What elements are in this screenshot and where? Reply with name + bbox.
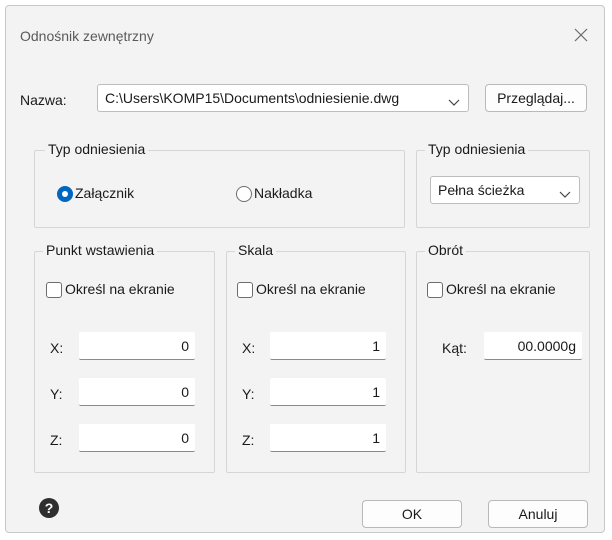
dialog-title: Odnośnik zewnętrzny <box>20 28 154 44</box>
insertion-specify-label: Określ na ekranie <box>65 281 175 297</box>
path-type-group: Typ odniesienia Pełna ścieżka <box>416 141 590 228</box>
insertion-x-input[interactable]: 0 <box>79 332 195 360</box>
attachment-label: Załącznik <box>75 185 135 201</box>
name-path-value: C:\Users\KOMP15\Documents\odniesienie.dw… <box>105 90 400 106</box>
rotation-angle-value: 00.0000g <box>517 338 576 354</box>
chevron-down-icon <box>559 186 571 198</box>
overlay-radio[interactable] <box>236 186 252 202</box>
scale-y-input[interactable]: 1 <box>270 378 386 406</box>
path-type-select[interactable]: Pełna ścieżka <box>430 176 580 204</box>
insertion-x-label: X: <box>50 340 64 356</box>
scale-z-value: 1 <box>372 430 380 446</box>
scale-z-label: Z: <box>242 432 255 448</box>
scale-specify-label: Określ na ekranie <box>256 281 366 297</box>
reference-type-group: Typ odniesienia Załącznik Nakładka <box>34 141 405 228</box>
insertion-x-value: 0 <box>181 338 189 354</box>
scale-group: Skala Określ na ekranie X: 1 Y: 1 Z: 1 <box>226 242 406 473</box>
path-type-value: Pełna ścieżka <box>438 182 525 198</box>
rotation-specify-checkbox[interactable] <box>427 282 443 298</box>
browse-button[interactable]: Przeglądaj... <box>485 84 587 112</box>
insertion-y-input[interactable]: 0 <box>79 378 195 406</box>
scale-y-value: 1 <box>372 384 380 400</box>
scale-x-value: 1 <box>372 338 380 354</box>
rotation-specify-label: Określ na ekranie <box>446 281 556 297</box>
xref-dialog: Odnośnik zewnętrzny Nazwa: C:\Users\KOMP… <box>5 5 605 533</box>
overlay-label: Nakładka <box>254 185 313 201</box>
scale-specify-checkbox[interactable] <box>237 282 253 298</box>
cancel-button[interactable]: Anuluj <box>488 500 588 528</box>
insertion-z-input[interactable]: 0 <box>79 424 195 452</box>
rotation-angle-input[interactable]: 00.0000g <box>484 332 582 360</box>
insertion-point-group: Punkt wstawienia Określ na ekranie X: 0 … <box>34 242 215 473</box>
attachment-radio[interactable] <box>57 186 73 202</box>
ok-button[interactable]: OK <box>362 500 462 528</box>
name-label: Nazwa: <box>20 92 67 108</box>
reference-type-legend: Typ odniesienia <box>45 141 149 157</box>
scale-legend: Skala <box>235 242 277 258</box>
insertion-y-value: 0 <box>181 384 189 400</box>
title-bar: Odnośnik zewnętrzny <box>6 6 604 62</box>
path-type-legend: Typ odniesienia <box>425 141 529 157</box>
insertion-specify-checkbox[interactable] <box>46 282 62 298</box>
close-icon[interactable] <box>568 22 594 48</box>
scale-x-label: X: <box>242 340 256 356</box>
insertion-z-value: 0 <box>181 430 189 446</box>
rotation-legend: Obrót <box>425 242 467 258</box>
name-combobox[interactable]: C:\Users\KOMP15\Documents\odniesienie.dw… <box>97 84 469 112</box>
scale-z-input[interactable]: 1 <box>270 424 386 452</box>
insertion-z-label: Z: <box>50 432 63 448</box>
help-icon[interactable]: ? <box>39 498 59 518</box>
scale-y-label: Y: <box>242 386 255 402</box>
rotation-group: Obrót Określ na ekranie Kąt: 00.0000g <box>416 242 590 473</box>
rotation-angle-label: Kąt: <box>442 340 467 356</box>
chevron-down-icon <box>448 94 460 106</box>
scale-x-input[interactable]: 1 <box>270 332 386 360</box>
insertion-point-legend: Punkt wstawienia <box>43 242 158 258</box>
insertion-y-label: Y: <box>50 386 63 402</box>
